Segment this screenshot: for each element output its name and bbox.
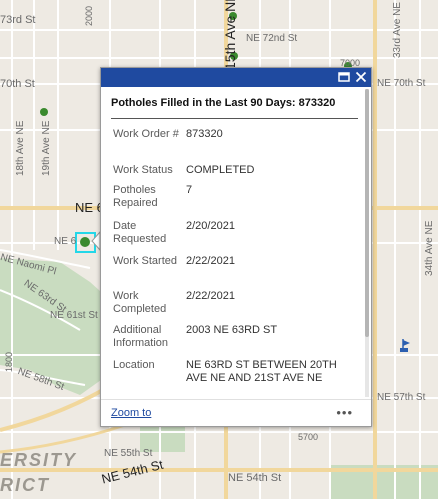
street-label: 15th Ave NE — [222, 0, 238, 70]
street-label: 18th Ave NE — [15, 120, 26, 176]
field-value: NE 63RD ST BETWEEN 20TH AVE NE AND 21ST … — [186, 359, 337, 384]
field-value: 873320 — [186, 128, 223, 140]
field-name: Work Started — [113, 255, 177, 267]
popup-title: Potholes Filled in the Last 90 Days: 873… — [111, 97, 336, 109]
street-label: NE 61st St — [50, 310, 98, 321]
popup-header — [101, 68, 371, 87]
zoom-to-link[interactable]: Zoom to — [111, 407, 151, 419]
selected-pothole-point[interactable] — [80, 237, 90, 247]
pothole-point[interactable] — [40, 108, 48, 116]
scrollbar-thumb[interactable] — [365, 89, 369, 337]
maximize-icon[interactable] — [337, 70, 351, 84]
more-options-icon[interactable]: ••• — [336, 405, 353, 420]
close-icon[interactable] — [354, 70, 368, 84]
field-value: 2/22/2021 — [186, 255, 235, 267]
street-label: NE 55th St — [104, 448, 153, 459]
street-label: 33rd Ave NE — [392, 2, 403, 58]
field-name: Potholes Repaired — [113, 184, 158, 209]
street-label: NE 54th St — [228, 472, 282, 484]
field-value: 2/20/2021 — [186, 220, 235, 232]
street-label: 73rd St — [0, 14, 36, 26]
field-name: Date Requested — [113, 220, 167, 245]
street-label: 70th St — [0, 78, 35, 90]
field-value: COMPLETED — [186, 164, 255, 176]
street-label: NE 6 — [54, 236, 77, 247]
field-name: Additional Information — [113, 324, 169, 349]
address-range-label: 1800 — [4, 351, 14, 372]
street-label: NE 72nd St — [246, 33, 298, 44]
district-label: ERSITY — [0, 450, 78, 470]
divider — [111, 118, 358, 119]
street-label: NE 57th St — [377, 392, 426, 403]
scrollbar[interactable] — [365, 89, 369, 397]
field-name: Work Completed — [113, 290, 167, 315]
address-range-label: 5700 — [298, 432, 319, 442]
field-value: 2/22/2021 — [186, 290, 235, 302]
street-label: 19th Ave NE — [41, 120, 52, 176]
street-label: 34th Ave NE — [424, 220, 435, 276]
field-value: 2003 NE 63RD ST — [186, 324, 278, 336]
field-value: 7 — [186, 184, 193, 196]
field-name: Location — [113, 359, 155, 371]
field-name: Work Status — [113, 164, 173, 176]
address-range-label: 2000 — [84, 5, 94, 26]
feature-popup: Potholes Filled in the Last 90 Days: 873… — [100, 67, 372, 427]
field-name: Work Order # — [113, 128, 179, 140]
district-label: RICT — [0, 475, 50, 495]
divider — [101, 399, 371, 400]
street-label: NE 70th St — [377, 78, 426, 89]
